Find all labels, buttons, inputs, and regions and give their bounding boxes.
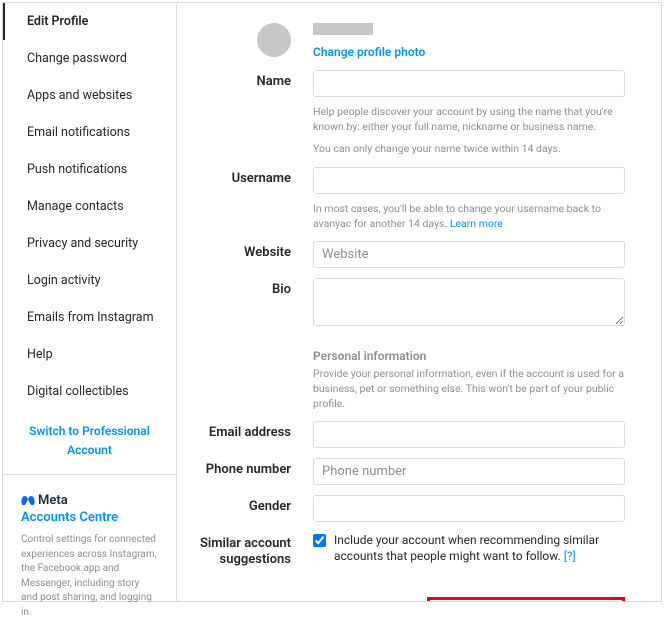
change-profile-photo-link[interactable]: Change profile photo [313,45,425,59]
bio-label: Bio [197,278,313,411]
bio-input[interactable] [313,278,625,326]
similar-checkbox[interactable] [313,534,326,547]
sidebar-item-emails-instagram[interactable]: Emails from Instagram [3,299,176,336]
meta-icon [21,494,35,508]
similar-label: Similar account suggestions [197,532,313,567]
username-help: In most cases, you'll be able to change … [313,202,625,231]
name-input[interactable] [313,70,625,97]
sidebar-item-email-notifications[interactable]: Email notifications [3,114,176,151]
phone-label: Phone number [197,458,313,485]
meta-logo: Meta [21,493,158,508]
sidebar-item-help[interactable]: Help [3,336,176,373]
meta-accounts-box: Meta Accounts Centre Control settings fo… [3,474,176,632]
similar-checkbox-label: Include your account when recommending s… [334,532,625,564]
sidebar-item-login-activity[interactable]: Login activity [3,262,176,299]
gender-label: Gender [197,495,313,522]
avatar[interactable] [257,23,291,57]
similar-help-link[interactable]: [?] [564,549,576,563]
name-help2: You can only change your name twice with… [313,142,625,157]
meta-description: Control settings for connected experienc… [21,533,158,620]
username-display [313,23,373,35]
personal-info-heading: Personal information [313,348,625,365]
deactivate-highlight: Temporarily deactivate my account [427,597,625,601]
switch-professional-link[interactable]: Switch to Professional Account [29,424,150,457]
edit-profile-form: Change profile photo Name Help people di… [177,3,661,601]
phone-input[interactable] [313,458,625,485]
username-input[interactable] [313,167,625,194]
website-label: Website [197,241,313,268]
name-help1: Help people discover your account by usi… [313,105,625,134]
sidebar-item-push-notifications[interactable]: Push notifications [3,151,176,188]
username-label: Username [197,167,313,231]
name-label: Name [197,70,313,157]
meta-brand-text: Meta [38,493,68,508]
gender-input[interactable] [313,495,625,522]
sidebar-item-privacy-security[interactable]: Privacy and security [3,225,176,262]
sidebar-item-edit-profile[interactable]: Edit Profile [3,3,176,40]
sidebar-item-apps-websites[interactable]: Apps and websites [3,77,176,114]
accounts-centre-link[interactable]: Accounts Centre [21,510,158,525]
website-input[interactable] [313,241,625,268]
learn-more-link[interactable]: Learn more [450,217,503,230]
sidebar-item-digital-collectibles[interactable]: Digital collectibles [3,373,176,410]
sidebar-item-manage-contacts[interactable]: Manage contacts [3,188,176,225]
personal-info-desc: Provide your personal information, even … [313,367,625,411]
sidebar-item-change-password[interactable]: Change password [3,40,176,77]
sidebar-nav: Edit Profile Change password Apps and we… [3,3,176,410]
settings-sidebar: Edit Profile Change password Apps and we… [3,3,177,601]
email-label: Email address [197,421,313,448]
email-input[interactable] [313,421,625,448]
